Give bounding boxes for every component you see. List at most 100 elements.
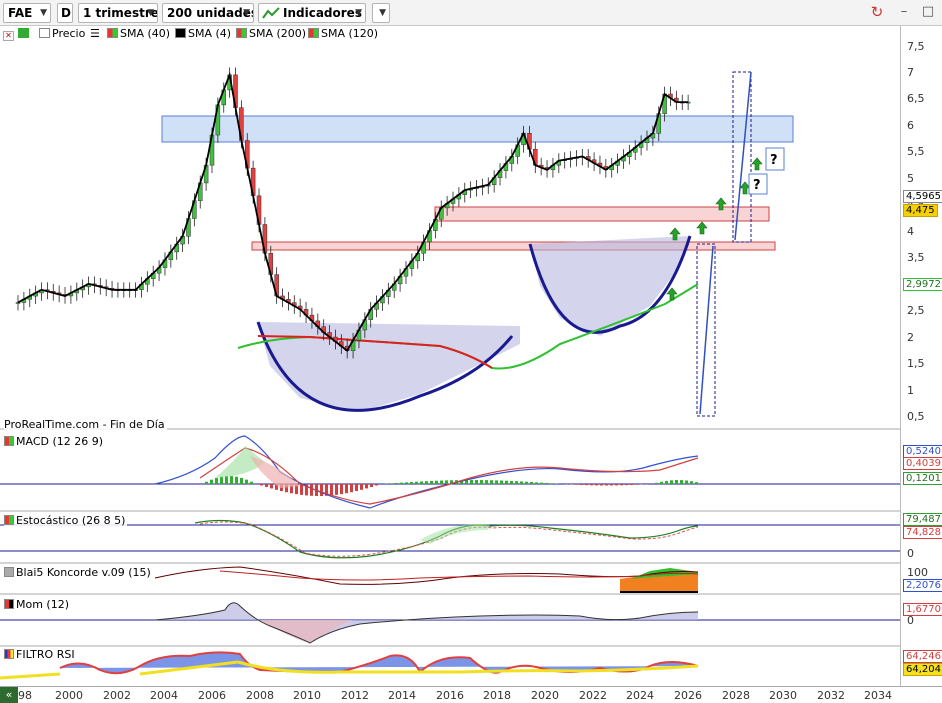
year-tick-label: 2008: [246, 689, 274, 702]
year-tick-label: 2030: [769, 689, 797, 702]
stochastic-k-line: [194, 519, 699, 559]
year-tick-label: 2014: [388, 689, 416, 702]
momentum-pane[interactable]: [0, 602, 900, 644]
macd-bar: [675, 480, 678, 484]
macd-bar: [530, 482, 533, 484]
year-tick-label: 2006: [198, 689, 226, 702]
macd-bar: [600, 484, 603, 486]
macd-bar: [595, 484, 598, 486]
macd-bar: [215, 477, 218, 484]
momentum-label[interactable]: Mom (12): [4, 598, 72, 611]
macd-bar: [370, 484, 373, 487]
rsi-label[interactable]: FILTRO RSI: [4, 648, 77, 661]
price-tick-label: 1,5: [907, 357, 925, 370]
macd-bar: [360, 484, 363, 490]
chart-area[interactable]: ? ?: [0, 26, 900, 686]
minimize-icon[interactable]: –: [893, 3, 915, 23]
stochastic-pane[interactable]: [0, 519, 900, 559]
price-pane: ? ?: [15, 67, 794, 417]
units-label: 200 unidades: [167, 6, 254, 20]
macd-bar: [365, 484, 368, 489]
price-tick-label: 5,5: [907, 145, 925, 158]
indicators-select[interactable]: Indicadores ▼: [258, 3, 366, 23]
koncorde-label[interactable]: Blai5 Koncorde v.09 (15): [4, 566, 153, 579]
year-tick-label: 2018: [483, 689, 511, 702]
macd-bar: [520, 481, 523, 484]
macd-label[interactable]: MACD (12 26 9): [4, 435, 106, 448]
macd-bar: [575, 484, 578, 485]
stochastic-label[interactable]: Estocástico (26 8 5): [4, 514, 128, 527]
arrow-up-icon: [696, 221, 708, 235]
macd-bar: [390, 483, 393, 484]
year-tick-label: 2026: [674, 689, 702, 702]
macd-bar: [375, 484, 378, 486]
macd-bar: [205, 481, 208, 484]
stochastic-k-tag: 79,487: [903, 513, 942, 526]
macd-bar: [665, 480, 668, 484]
macd-bar: [505, 480, 508, 484]
year-tick-label: 2002: [103, 689, 131, 702]
last-price-tag: 4,5965: [903, 190, 942, 203]
macd-bar: [260, 484, 263, 486]
year-tick-label: 2022: [579, 689, 607, 702]
daily-button[interactable]: D: [57, 3, 73, 23]
macd-bar: [265, 484, 268, 487]
macd-bar: [490, 480, 493, 484]
macd-bar: [500, 480, 503, 484]
macd-bar: [660, 481, 663, 484]
macd-bar: [515, 481, 518, 484]
macd-bar: [670, 480, 673, 484]
indicators-label: Indicadores: [283, 6, 362, 20]
time-axis[interactable]: « 98 2000 2002 2004 2006 2008 2010 2012 2014 2016…: [0, 686, 942, 703]
price-tick-label: 7: [907, 66, 914, 79]
arrow-up-icon: [751, 157, 763, 171]
ticker-label: FAE: [8, 6, 33, 20]
macd-bar: [410, 482, 413, 484]
macd-pane[interactable]: [0, 435, 900, 509]
year-tick-label: 2010: [293, 689, 321, 702]
macd-bar: [635, 484, 638, 485]
macd-bar: [535, 482, 538, 484]
macd-bar: [445, 480, 448, 484]
rsi-pane[interactable]: [0, 651, 699, 680]
price-axis[interactable]: 7,576,565,554,543,532,521,510,5 4,5965 4…: [900, 26, 942, 686]
ticker-select[interactable]: FAE ▼: [3, 3, 51, 23]
momentum-color-icon: [4, 599, 14, 609]
period-select[interactable]: 1 trimestre ▼: [78, 3, 158, 23]
year-tick-label: 2004: [150, 689, 178, 702]
price-tick-label: 2: [907, 331, 914, 344]
year-tick-label: 98: [18, 689, 32, 702]
macd-bar: [630, 484, 633, 485]
maximize-icon[interactable]: □: [917, 3, 939, 23]
scroll-left-button[interactable]: «: [0, 687, 18, 703]
price-tick-label: 2,5: [907, 304, 925, 317]
macd-bar: [475, 480, 478, 484]
macd-bar: [335, 484, 338, 495]
koncorde-pane[interactable]: [154, 566, 699, 593]
macd-bar: [620, 484, 623, 486]
macd-bar: [235, 476, 238, 484]
units-select[interactable]: 200 unidades ▼: [162, 3, 254, 23]
macd-bar: [415, 481, 418, 484]
macd-bar: [345, 484, 348, 494]
macd-bar: [585, 484, 588, 486]
macd-bar: [685, 480, 688, 484]
macd-bar: [640, 484, 643, 485]
refresh-icon[interactable]: ↻: [866, 3, 888, 23]
macd-bar: [525, 481, 528, 484]
stochastic-d-tag: 74,828: [903, 526, 942, 539]
macd-bar: [625, 484, 628, 486]
macd-bar: [610, 484, 613, 486]
resistance-zone[interactable]: [161, 115, 794, 143]
settings-dropdown[interactable]: ▼: [372, 3, 390, 23]
chevron-down-icon: ▼: [355, 8, 362, 18]
price-tick-label: 1: [907, 384, 914, 397]
price-tick-label: 4: [907, 225, 914, 238]
macd-bar: [330, 484, 333, 496]
macd-color-icon: [4, 436, 14, 446]
macd-bar: [695, 482, 698, 484]
year-tick-label: 2032: [817, 689, 845, 702]
macd-bar: [240, 477, 243, 484]
chevron-down-icon: ▼: [243, 8, 250, 18]
macd-bar: [550, 483, 553, 484]
